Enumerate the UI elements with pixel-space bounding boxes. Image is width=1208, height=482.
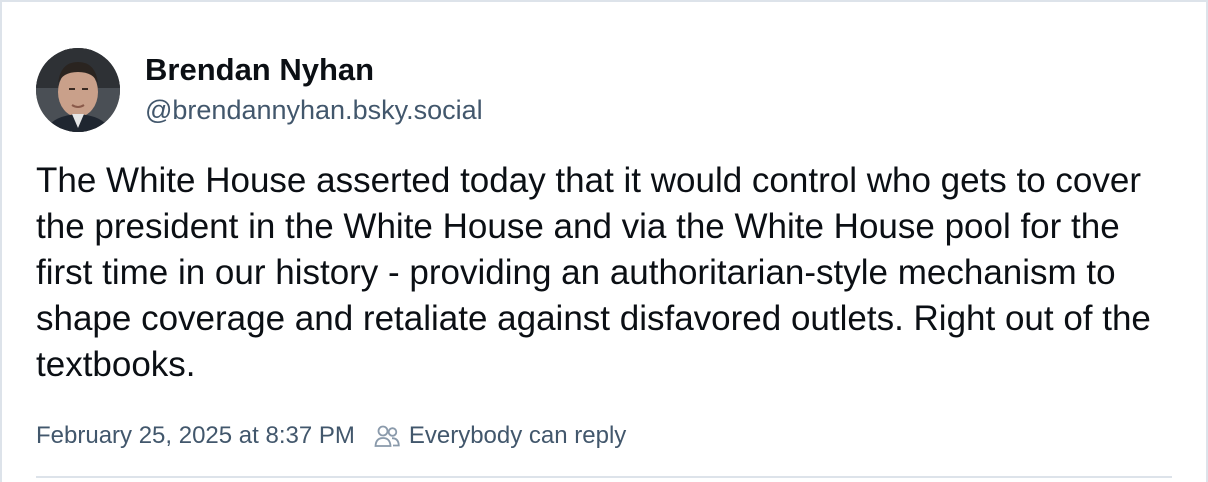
divider: [36, 476, 1172, 478]
post-text: The White House asserted today that it w…: [36, 161, 1151, 384]
post-meta: February 25, 2025 at 8:37 PM Everybody c…: [36, 420, 626, 452]
post-card: Brendan Nyhan @brendannyhan.bsky.social …: [0, 0, 1208, 482]
author-display-name[interactable]: Brendan Nyhan: [145, 52, 374, 88]
author-handle[interactable]: @brendannyhan.bsky.social: [145, 93, 483, 127]
post-timestamp[interactable]: February 25, 2025 at 8:37 PM: [36, 422, 355, 450]
people-icon: [373, 422, 401, 450]
author-avatar[interactable]: [36, 48, 120, 132]
reply-setting[interactable]: Everybody can reply: [409, 422, 626, 450]
avatar-photo-icon: [36, 48, 120, 132]
